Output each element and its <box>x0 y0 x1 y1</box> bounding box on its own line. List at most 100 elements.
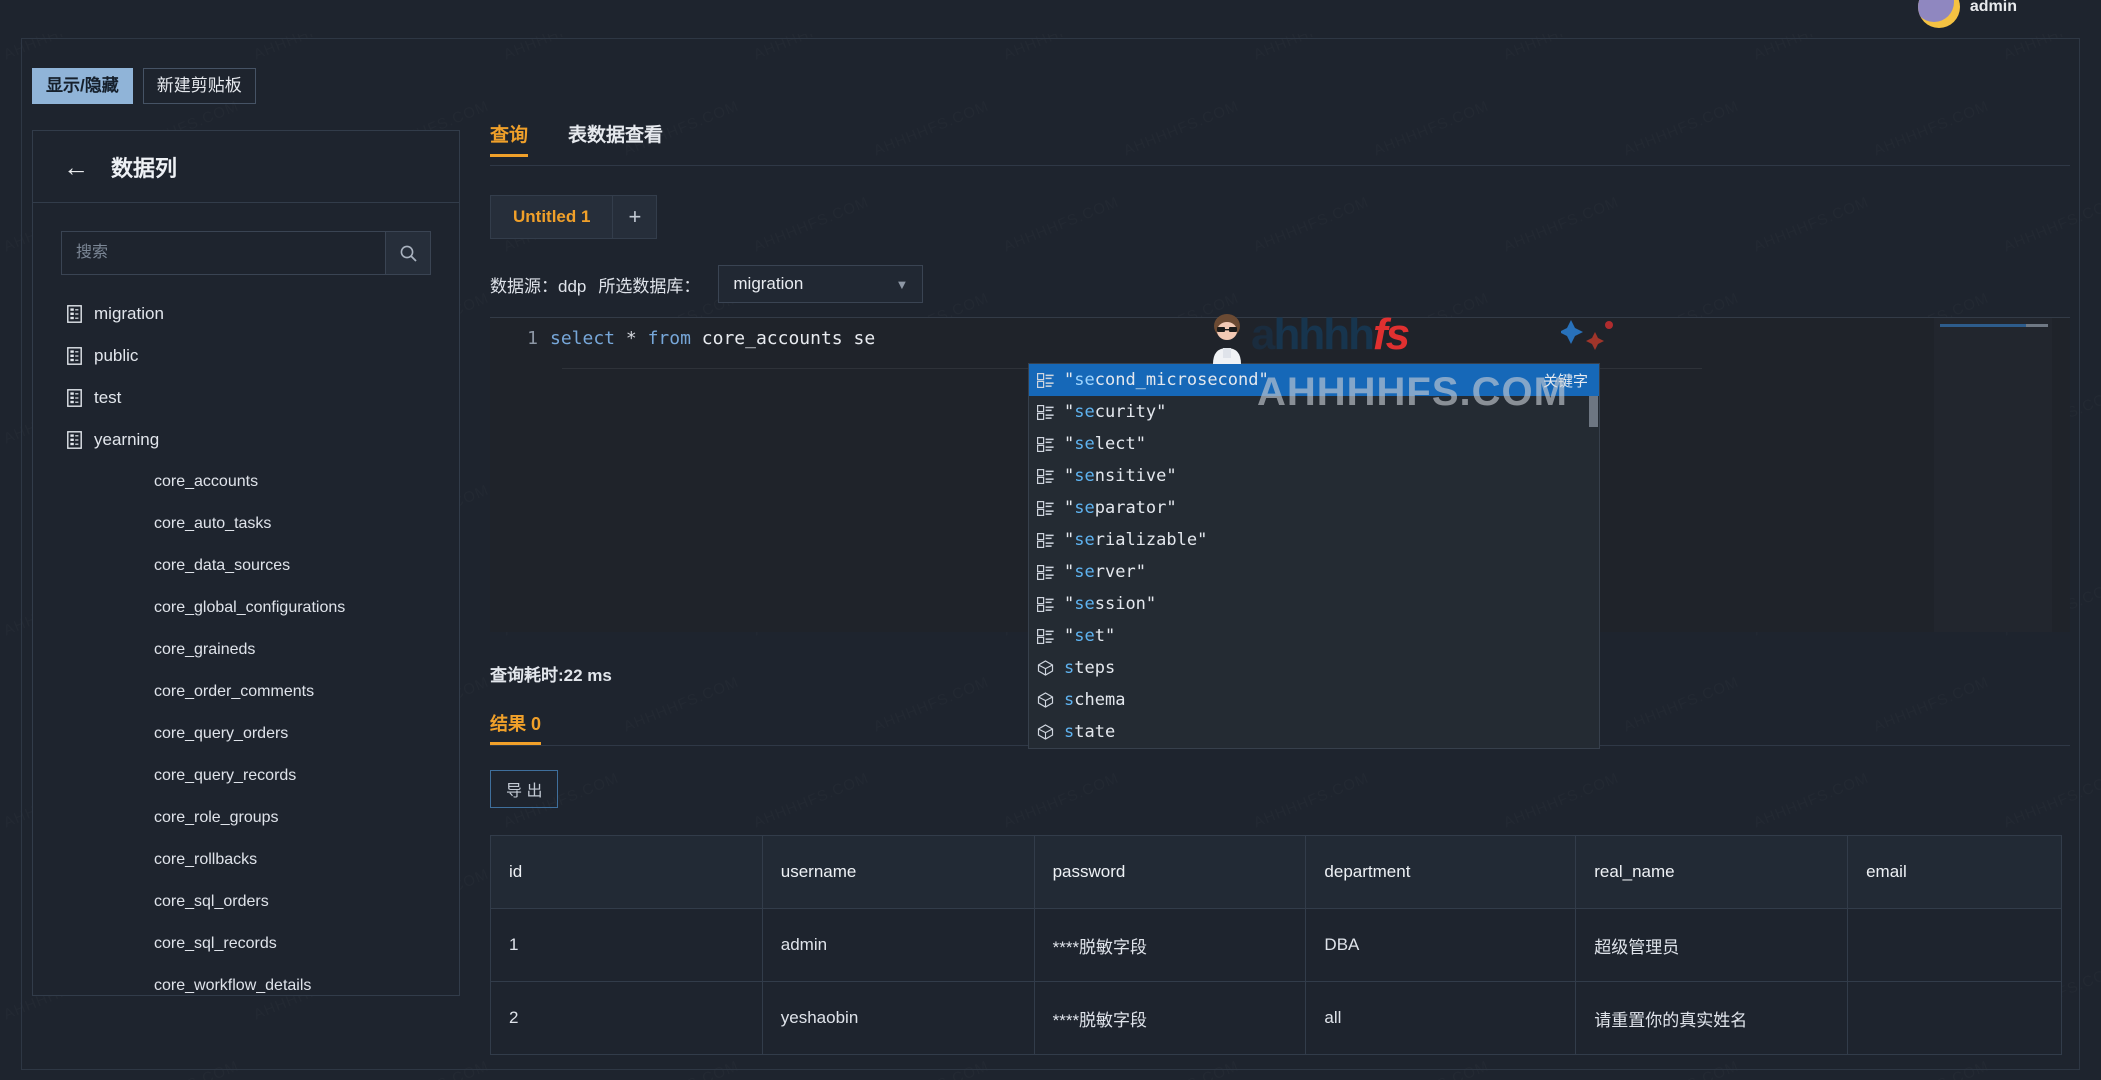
table-cell-real_name: 请重置你的真实姓名 <box>1576 982 1848 1055</box>
keyword-icon <box>1037 597 1056 612</box>
tree-table-core_global_configurations[interactable]: core_global_configurations <box>61 587 431 629</box>
tree-table-core_rollbacks[interactable]: core_rollbacks <box>61 839 431 881</box>
editor-minimap[interactable] <box>1934 318 2052 632</box>
add-document-tab-button[interactable]: + <box>613 195 657 239</box>
search-button[interactable] <box>385 231 431 275</box>
module-icon <box>1037 660 1054 676</box>
keyword-icon <box>1037 405 1056 420</box>
tree-database-label: public <box>94 346 138 366</box>
back-arrow-icon[interactable]: ← <box>63 154 89 180</box>
keyword-icon <box>1037 373 1054 388</box>
tree-database-migration[interactable]: migration <box>61 293 431 335</box>
search-input[interactable] <box>61 231 385 275</box>
toolbar: 显示/隐藏 新建剪贴板 <box>32 68 256 104</box>
keyword-icon <box>1037 533 1054 548</box>
tree-table-core_sql_orders[interactable]: core_sql_orders <box>61 881 431 923</box>
tree-table-core_query_orders[interactable]: core_query_orders <box>61 713 431 755</box>
tree-table-core_query_records[interactable]: core_query_records <box>61 755 431 797</box>
table-column-header-password: password <box>1034 836 1306 909</box>
keyword-icon <box>1037 469 1054 484</box>
code-space-2 <box>637 328 648 349</box>
autocomplete-item-10[interactable]: schema <box>1029 684 1599 716</box>
autocomplete-item-5[interactable]: "serializable" <box>1029 524 1599 556</box>
sidebar-title: 数据列 <box>111 151 177 183</box>
database-icon <box>67 347 82 365</box>
tree-table-core_graineds[interactable]: core_graineds <box>61 629 431 671</box>
database-icon <box>67 389 82 407</box>
tree-database-yearning[interactable]: yearning <box>61 419 431 461</box>
sidebar-panel: ← 数据列 migration public test yearning core_ac… <box>32 130 460 996</box>
database-icon <box>67 347 82 365</box>
database-label: 所选数据库： <box>598 272 700 297</box>
table-column-header-username: username <box>762 836 1034 909</box>
table-cell-password: ****脱敏字段 <box>1034 909 1306 982</box>
tree-table-core_role_groups[interactable]: core_role_groups <box>61 797 431 839</box>
table-row[interactable]: 1admin****脱敏字段DBA超级管理员 <box>491 909 2062 982</box>
autocomplete-item-1[interactable]: "security" <box>1029 396 1599 428</box>
tree-table-core_accounts[interactable]: core_accounts <box>61 461 431 503</box>
keyword-icon <box>1037 597 1054 612</box>
keyword-icon <box>1037 373 1056 388</box>
autocomplete-item-0[interactable]: "second_microsecond"关键字 <box>1029 364 1599 396</box>
database-icon <box>67 305 82 323</box>
main-tabs-divider <box>490 165 2070 166</box>
autocomplete-item-label: "session" <box>1064 594 1156 614</box>
doc-tab-untitled-1[interactable]: Untitled 1 <box>490 195 613 239</box>
autocomplete-item-8[interactable]: "set" <box>1029 620 1599 652</box>
tree-database-label: yearning <box>94 430 159 450</box>
keyword-icon <box>1037 565 1054 580</box>
minimap-scroll-tick <box>2026 324 2048 327</box>
keyword-icon <box>1037 501 1054 516</box>
sidebar-body: migration public test yearning core_accounts… <box>33 203 459 995</box>
database-tree: migration public test yearning core_accounts… <box>61 293 431 995</box>
autocomplete-item-label: steps <box>1064 658 1115 678</box>
keyword-icon <box>1037 533 1056 548</box>
database-icon <box>67 305 82 323</box>
module-icon <box>1037 692 1054 708</box>
autocomplete-item-11[interactable]: state <box>1029 716 1599 748</box>
table-cell-username: yeshaobin <box>762 982 1034 1055</box>
search-icon <box>399 244 418 263</box>
keyword-icon <box>1037 437 1054 452</box>
autocomplete-item-label: "sensitive" <box>1064 466 1177 486</box>
tree-database-test[interactable]: test <box>61 377 431 419</box>
autocomplete-item-3[interactable]: "sensitive" <box>1029 460 1599 492</box>
tree-table-core_auto_tasks[interactable]: core_auto_tasks <box>61 503 431 545</box>
code-space-3 <box>691 328 702 349</box>
star-operator: * <box>626 328 637 349</box>
new-clipboard-button[interactable]: 新建剪贴板 <box>143 68 256 104</box>
main-tab-0[interactable]: 查询 <box>490 120 528 156</box>
module-icon <box>1037 724 1056 740</box>
result-tab[interactable]: 结果 0 <box>490 710 541 745</box>
tree-database-public[interactable]: public <box>61 335 431 377</box>
autocomplete-dropdown[interactable]: "second_microsecond"关键字"security""select… <box>1028 363 1600 749</box>
tree-table-core_sql_records[interactable]: core_sql_records <box>61 923 431 965</box>
main-tab-1[interactable]: 表数据查看 <box>568 120 663 156</box>
main-tabs: 查询 表数据查看 <box>490 118 2070 156</box>
autocomplete-item-9[interactable]: steps <box>1029 652 1599 684</box>
autocomplete-item-2[interactable]: "select" <box>1029 428 1599 460</box>
keyword-icon <box>1037 629 1056 644</box>
database-icon <box>67 431 82 449</box>
line-number: 1 <box>490 328 550 349</box>
toggle-visibility-button[interactable]: 显示/隐藏 <box>32 68 133 104</box>
autocomplete-item-label: "second_microsecond" <box>1064 370 1269 390</box>
keyword-from: from <box>648 328 691 349</box>
tree-table-core_order_comments[interactable]: core_order_comments <box>61 671 431 713</box>
tree-table-core_workflow_details[interactable]: core_workflow_details <box>61 965 431 995</box>
user-area[interactable]: admin <box>1918 0 2017 28</box>
autocomplete-item-label: schema <box>1064 690 1125 710</box>
table-row[interactable]: 2yeshaobin****脱敏字段all请重置你的真实姓名 <box>491 982 2062 1055</box>
autocomplete-item-7[interactable]: "session" <box>1029 588 1599 620</box>
table-cell-id: 1 <box>491 909 763 982</box>
code-space-1 <box>615 328 626 349</box>
tree-table-core_data_sources[interactable]: core_data_sources <box>61 545 431 587</box>
autocomplete-item-6[interactable]: "server" <box>1029 556 1599 588</box>
database-select[interactable]: migration ▼ <box>718 265 923 303</box>
table-cell-password: ****脱敏字段 <box>1034 982 1306 1055</box>
code-content[interactable]: select * from core_accounts se <box>550 328 875 349</box>
autocomplete-item-4[interactable]: "separator" <box>1029 492 1599 524</box>
avatar[interactable] <box>1918 0 1960 28</box>
export-button[interactable]: 导 出 <box>490 770 558 808</box>
table-column-header-id: id <box>491 836 763 909</box>
